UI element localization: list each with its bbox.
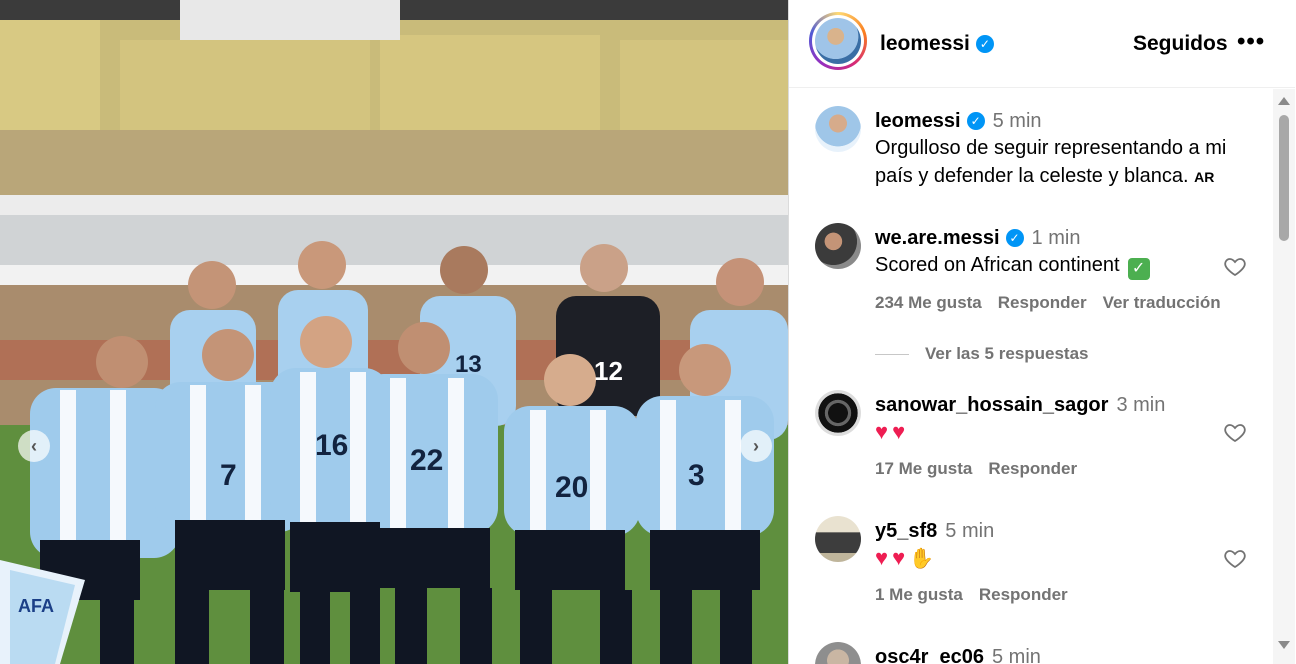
heart-emoji-icon: ♥ <box>892 419 906 444</box>
chevron-left-icon: ‹ <box>31 435 37 456</box>
comment-likes[interactable]: 234 Me gusta <box>875 293 982 312</box>
comment-likes[interactable]: 1 Me gusta <box>875 585 963 604</box>
comment-time[interactable]: 1 min <box>1032 227 1081 249</box>
comment-meta: 17 Me gusta Responder <box>875 459 1093 479</box>
reply-button[interactable]: Responder <box>998 293 1087 312</box>
translate-button[interactable]: Ver traducción <box>1103 293 1221 312</box>
team-photo-illustration: 7 16 22 13 12 20 3 AFA <box>0 0 788 664</box>
comment-avatar[interactable] <box>815 223 861 269</box>
comment-body: Scored on African continent <box>875 254 1120 276</box>
jersey-number-22: 22 <box>410 444 443 477</box>
jersey-number-12: 12 <box>594 356 623 386</box>
author-avatar[interactable] <box>809 12 867 70</box>
comments-list: leomessi ✓ 5 min Orgulloso de seguir repre… <box>789 89 1275 664</box>
comment-user-row: we.are.messi ✓ 1 min <box>875 227 1080 250</box>
comment-time[interactable]: 5 min <box>992 646 1041 664</box>
like-comment-heart-icon[interactable] <box>1223 546 1247 570</box>
comment-text: Scored on African continent ✓ <box>875 251 1255 280</box>
verified-badge-icon: ✓ <box>975 35 994 53</box>
comment-username[interactable]: osc4r_ec06 <box>875 646 984 664</box>
heart-emoji-icon: ♥ <box>892 545 906 570</box>
chevron-right-icon: › <box>753 435 759 456</box>
comment-user-row: sanowar_hossain_sagor 3 min <box>875 394 1165 417</box>
jersey-number-13: 13 <box>455 351 482 378</box>
post-side-panel: leomessi ✓ Seguidos ••• leomessi ✓ 5 min Or… <box>788 0 1296 664</box>
raising-hands-emoji-icon: ✋ <box>909 548 935 570</box>
comment-text: ♥ ♥ ✋ <box>875 544 1255 573</box>
verified-badge-icon: ✓ <box>966 112 985 130</box>
caption-avatar[interactable] <box>815 106 861 152</box>
like-comment-heart-icon[interactable] <box>1223 254 1247 278</box>
comment-user-row: osc4r_ec06 5 min <box>875 646 1041 664</box>
jersey-number-3: 3 <box>688 459 705 492</box>
scroll-up-arrow-icon[interactable] <box>1278 97 1290 105</box>
author-username[interactable]: leomessi <box>880 32 970 55</box>
caption-username[interactable]: leomessi <box>875 110 961 132</box>
comment-avatar[interactable] <box>815 390 861 436</box>
comment-avatar[interactable] <box>815 642 861 664</box>
heart-emoji-icon: ♥ <box>875 419 889 444</box>
caption-time[interactable]: 5 min <box>993 110 1042 132</box>
caption-flag-tag: AR <box>1194 169 1215 185</box>
post-header: leomessi ✓ Seguidos ••• <box>789 0 1295 88</box>
jersey-number-20: 20 <box>555 471 588 504</box>
following-button[interactable]: Seguidos <box>1133 32 1228 56</box>
caption-user-row: leomessi ✓ 5 min <box>875 110 1042 133</box>
comment-time[interactable]: 5 min <box>945 520 994 542</box>
check-mark-emoji-icon: ✓ <box>1127 258 1150 280</box>
jersey-number-16: 16 <box>315 429 348 462</box>
heart-emoji-icon: ♥ <box>875 545 889 570</box>
comment-meta: 234 Me gusta Responder Ver traducción <box>875 293 1237 313</box>
comments-scrollbar[interactable] <box>1273 89 1295 664</box>
jersey-number-7: 7 <box>220 459 237 492</box>
scrollbar-thumb[interactable] <box>1279 115 1289 241</box>
pennant-text: AFA <box>18 596 54 616</box>
comment-text: ♥ ♥ <box>875 418 1255 447</box>
caption-text: Orgulloso de seguir representando a mi p… <box>875 134 1255 191</box>
like-comment-heart-icon[interactable] <box>1223 420 1247 444</box>
comment-time[interactable]: 3 min <box>1116 394 1165 416</box>
comment-meta: 1 Me gusta Responder <box>875 585 1084 605</box>
comment-user-row: y5_sf8 5 min <box>875 520 994 543</box>
more-options-icon[interactable]: ••• <box>1237 28 1265 56</box>
reply-button[interactable]: Responder <box>979 585 1068 604</box>
verified-badge-icon: ✓ <box>1005 229 1024 247</box>
view-replies-button[interactable]: Ver las 5 respuestas <box>875 344 1089 364</box>
previous-photo-button[interactable]: ‹ <box>18 430 50 462</box>
post-photo: 7 16 22 13 12 20 3 AFA ‹ › <box>0 0 788 664</box>
reply-button[interactable]: Responder <box>988 459 1077 478</box>
next-photo-button[interactable]: › <box>740 430 772 462</box>
comment-username[interactable]: y5_sf8 <box>875 520 937 542</box>
comment-username[interactable]: sanowar_hossain_sagor <box>875 394 1108 416</box>
author-username-row[interactable]: leomessi ✓ <box>880 32 994 56</box>
comment-likes[interactable]: 17 Me gusta <box>875 459 972 478</box>
caption-body: Orgulloso de seguir representando a mi p… <box>875 137 1227 187</box>
comment-username[interactable]: we.are.messi <box>875 227 1000 249</box>
comment-avatar[interactable] <box>815 516 861 562</box>
scroll-down-arrow-icon[interactable] <box>1278 641 1290 649</box>
